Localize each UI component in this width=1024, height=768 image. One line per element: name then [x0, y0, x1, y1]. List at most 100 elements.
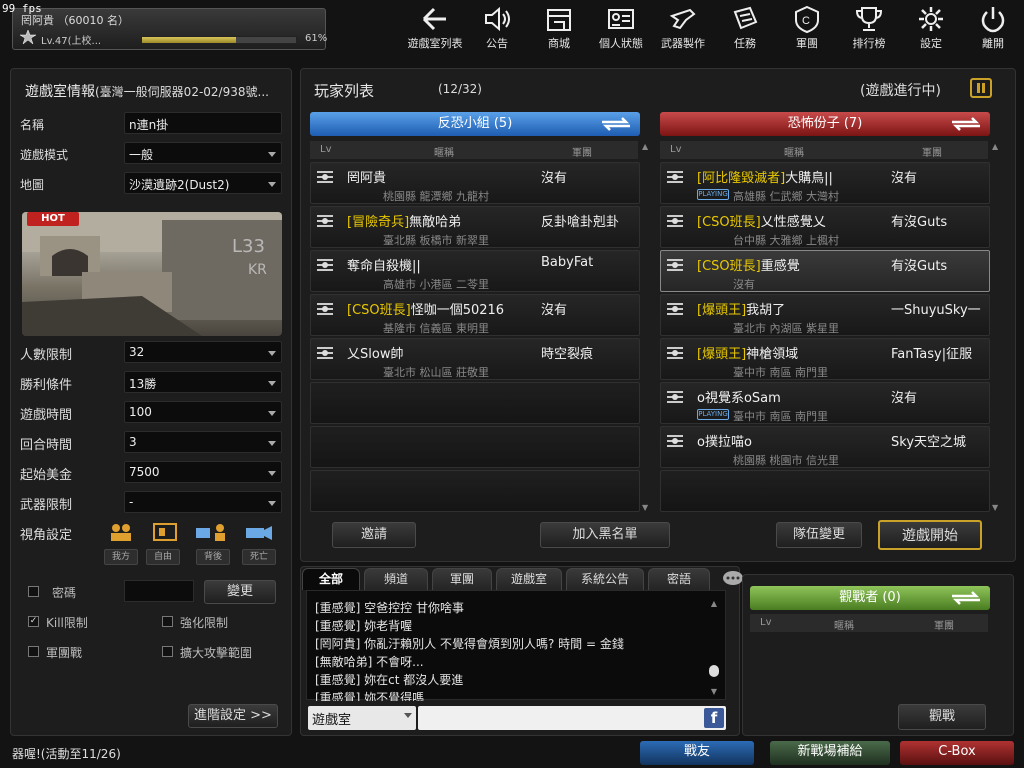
- player-row[interactable]: [CSO班長]怪咖一個50216 基隆市 信義區 東明里 沒有: [310, 294, 640, 336]
- team-change-button[interactable]: 隊伍變更: [776, 522, 862, 548]
- blacklist-button[interactable]: 加入黑名單: [540, 522, 670, 548]
- empty-slot[interactable]: [310, 426, 640, 468]
- gear-icon: [919, 7, 943, 31]
- chat-channel-select[interactable]: 遊戲室: [308, 706, 416, 730]
- chat-bubble-icon[interactable]: [722, 570, 744, 586]
- password-checkbox[interactable]: [28, 586, 39, 597]
- empty-slot[interactable]: [310, 470, 640, 512]
- nav-settings-button[interactable]: 設定: [900, 2, 962, 52]
- player-row[interactable]: [爆頭王]我胡了 臺北市 內湖區 紫星里 一ShuyuSky一: [660, 294, 990, 336]
- nav-notice-button[interactable]: 公告: [466, 2, 528, 52]
- swap-team-icon[interactable]: [948, 116, 984, 132]
- battlefield-supply-button[interactable]: 新戰場補給: [770, 741, 890, 765]
- chat-input[interactable]: f: [418, 706, 726, 730]
- start-money-select[interactable]: 7500: [124, 461, 282, 483]
- change-button[interactable]: 變更: [204, 580, 276, 604]
- player-row[interactable]: 罔阿貴 桃園縣 龍潭鄉 九龍村 沒有: [310, 162, 640, 204]
- game-status: (遊戲進行中): [860, 83, 941, 99]
- player-row[interactable]: 乂Slow帥 臺北市 松山區 莊敬里 時空裂痕: [310, 338, 640, 380]
- facebook-icon[interactable]: f: [704, 708, 724, 728]
- max-players-select[interactable]: 32: [124, 341, 282, 363]
- invite-button[interactable]: 邀請: [332, 522, 416, 548]
- power-icon: [981, 7, 1005, 33]
- chat-tab-clan[interactable]: 軍團: [432, 568, 492, 590]
- scroll-up-icon[interactable]: ▲: [642, 142, 652, 151]
- chat-tab-room[interactable]: 遊戲室: [496, 568, 562, 590]
- rank-icon: [667, 391, 683, 403]
- nav-profile-button[interactable]: 個人狀態: [590, 2, 652, 52]
- nav-clan-button[interactable]: C 軍團: [776, 2, 838, 52]
- weapon-limit-select[interactable]: -: [124, 491, 282, 513]
- player-row[interactable]: [冒險奇兵]無敵哈弟 臺北縣 板橋市 新翠里 反卦嗆卦剋卦: [310, 206, 640, 248]
- player-location: 台中縣 大雅鄉 上楓村: [733, 234, 839, 247]
- view-behind-button[interactable]: 背後: [196, 549, 230, 565]
- chat-tab-channel[interactable]: 頻道: [364, 568, 428, 590]
- player-name: 乂Slow帥: [347, 347, 404, 362]
- swap-team-icon[interactable]: [948, 590, 984, 606]
- spectate-button[interactable]: 觀戰: [898, 704, 986, 730]
- rank-icon: [317, 347, 333, 359]
- map-preview: L33 KR: [22, 212, 282, 336]
- player-clan: Sky天空之城: [891, 435, 967, 450]
- scroll-up-icon[interactable]: ▲: [711, 599, 717, 608]
- player-clan: 沒有: [541, 303, 568, 318]
- empty-slot[interactable]: [310, 382, 640, 424]
- game-mode-select[interactable]: 一般: [124, 142, 282, 164]
- player-row[interactable]: 奪命自殺機|| 高雄市 小港區 二苓里 BabyFat: [310, 250, 640, 292]
- nav-exit-button[interactable]: 離開: [962, 2, 1024, 52]
- extended-attack-checkbox[interactable]: [162, 646, 173, 657]
- nav-mission-button[interactable]: 任務: [714, 2, 776, 52]
- nav-weapon-craft-button[interactable]: 武器製作: [652, 2, 714, 52]
- player-row[interactable]: o視覺系oSam PLAYING 臺中市 南區 南門里 沒有: [660, 382, 990, 424]
- ct-scrollbar[interactable]: ▲ ▼: [642, 142, 652, 512]
- player-name: 罔阿貴: [347, 171, 387, 186]
- round-time-select[interactable]: 3: [124, 431, 282, 453]
- col-name: 暱稱: [834, 621, 854, 632]
- hot-badge: HOT: [27, 212, 79, 226]
- chat-tab-whisper[interactable]: 密語: [648, 568, 710, 590]
- friends-button[interactable]: 戰友: [640, 741, 754, 765]
- player-location: 臺中市 南區 南門里: [733, 410, 828, 423]
- player-row[interactable]: [阿比隆毀滅者]大購鳥|| PLAYING 高雄縣 仁武鄉 大灣村 沒有: [660, 162, 990, 204]
- scroll-down-icon[interactable]: ▼: [992, 503, 998, 512]
- advanced-settings-button[interactable]: 進階設定 >>: [188, 704, 278, 728]
- pause-button[interactable]: [970, 78, 992, 98]
- nav-ranking-button[interactable]: 排行榜: [838, 2, 900, 52]
- kill-limit-checkbox[interactable]: ✓: [28, 616, 39, 627]
- game-time-select[interactable]: 100: [124, 401, 282, 423]
- scroll-down-icon[interactable]: ▼: [711, 687, 717, 696]
- clan-war-checkbox[interactable]: [28, 646, 39, 657]
- tr-scrollbar[interactable]: ▲ ▼: [992, 142, 1002, 512]
- player-row[interactable]: [CSO班長]乂性感覺乂 台中縣 大雅鄉 上楓村 有沒Guts: [660, 206, 990, 248]
- cbox-button[interactable]: C-Box: [900, 741, 1014, 765]
- player-row[interactable]: o撲拉喵o 桃園縣 桃園市 信光里 Sky天空之城: [660, 426, 990, 468]
- nav-room-list-button[interactable]: 遊戲室列表: [404, 2, 466, 52]
- nav-shop-button[interactable]: 商城: [528, 2, 590, 52]
- win-condition-select[interactable]: 13勝: [124, 371, 282, 393]
- view-team-button[interactable]: 我方: [104, 549, 138, 565]
- swap-team-icon[interactable]: [598, 116, 634, 132]
- start-game-button[interactable]: 遊戲開始: [878, 520, 982, 550]
- death-view-icon: [246, 526, 272, 540]
- spectator-column-header: Lv 暱稱 軍團: [750, 614, 988, 632]
- chat-tab-all[interactable]: 全部: [302, 568, 360, 590]
- chat-tab-system[interactable]: 系統公告: [566, 568, 644, 590]
- setting-label: 起始美金: [20, 468, 73, 483]
- player-row[interactable]: [CSO班長]重感覺 沒有 有沒Guts: [660, 250, 990, 292]
- chat-scroll-thumb[interactable]: [709, 665, 719, 677]
- setting-label: 武器限制: [20, 498, 73, 513]
- empty-slot[interactable]: [660, 470, 990, 512]
- nav-label: 公告: [486, 37, 508, 50]
- scroll-down-icon[interactable]: ▼: [642, 503, 648, 512]
- exp-percent: 61%: [305, 33, 328, 44]
- scroll-up-icon[interactable]: ▲: [992, 142, 1002, 151]
- view-free-button[interactable]: 自由: [146, 549, 180, 565]
- player-row[interactable]: [爆頭王]神槍領域 臺中市 南區 南門里 FanTasy|征服: [660, 338, 990, 380]
- view-death-button[interactable]: 死亡: [242, 549, 276, 565]
- map-select[interactable]: 沙漠遺跡2(Dust2): [124, 172, 282, 194]
- password-label: 密碼: [52, 586, 77, 600]
- enhance-limit-checkbox[interactable]: [162, 616, 173, 627]
- rank-icon: [667, 259, 683, 271]
- nav-label: 商城: [548, 37, 570, 50]
- password-input[interactable]: [124, 580, 194, 602]
